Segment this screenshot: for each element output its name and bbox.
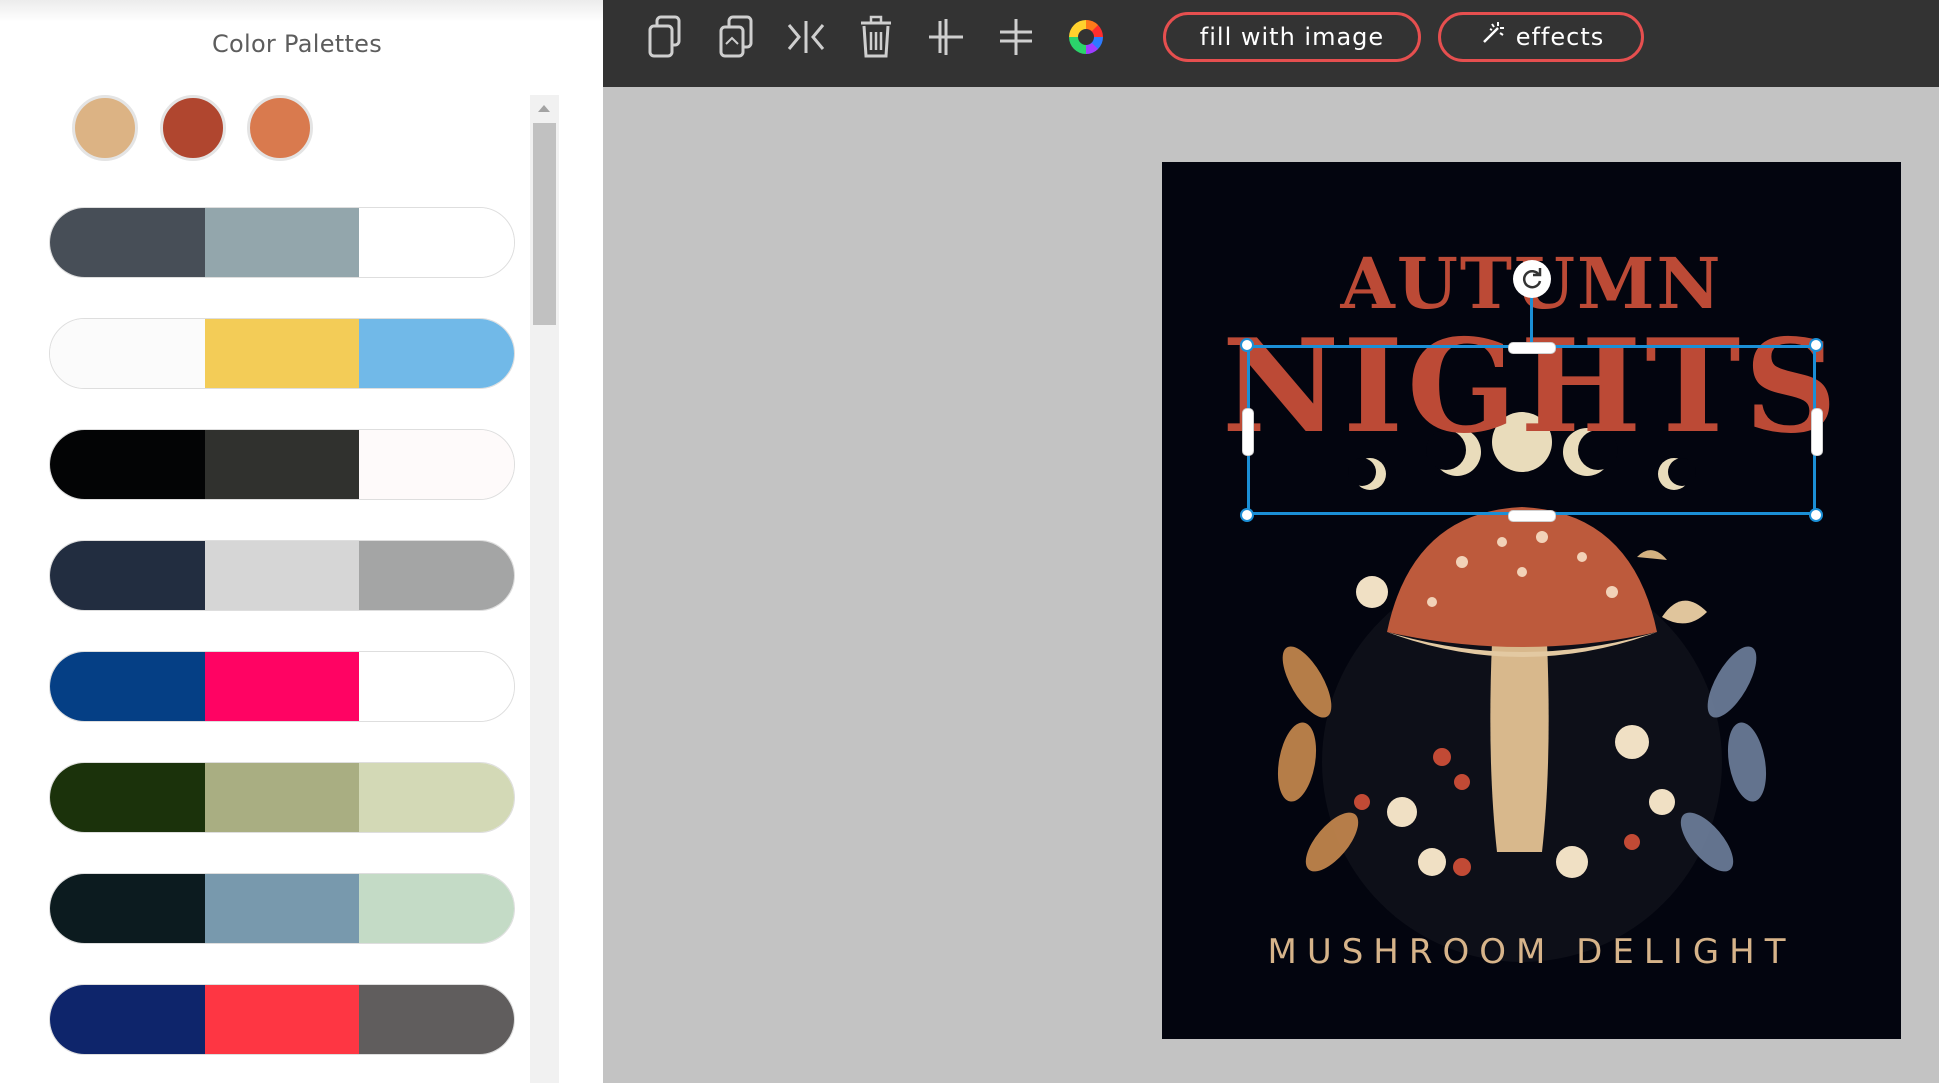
editor-toolbar: fill with image effects	[603, 0, 1939, 87]
resize-handle-bottom-right[interactable]	[1809, 508, 1823, 522]
palette-color	[359, 874, 514, 943]
rotate-icon[interactable]	[1513, 260, 1551, 298]
resize-handle-right[interactable]	[1811, 408, 1823, 456]
resize-handle-top-right[interactable]	[1809, 338, 1823, 352]
resize-handle-bottom[interactable]	[1508, 510, 1556, 522]
align-center-icon[interactable]	[923, 14, 969, 60]
palette-color	[359, 430, 514, 499]
resize-handle-top-left[interactable]	[1240, 338, 1254, 352]
fill-with-image-label: fill with image	[1199, 23, 1385, 51]
panel-top-shadow	[0, 0, 603, 22]
palette-color	[50, 430, 205, 499]
resize-handle-top[interactable]	[1508, 342, 1556, 354]
palette-color	[359, 541, 514, 610]
flip-icon[interactable]	[783, 14, 829, 60]
fill-with-image-button[interactable]: fill with image	[1163, 12, 1421, 62]
palette-row[interactable]	[49, 207, 515, 278]
palette-color	[204, 652, 360, 721]
palette-color	[359, 652, 514, 721]
palette-color	[50, 652, 205, 721]
resize-handle-bottom-left[interactable]	[1240, 508, 1254, 522]
palette-color	[50, 208, 205, 277]
rotate-stem	[1530, 297, 1533, 345]
palette-color	[359, 319, 514, 388]
swatch-tan[interactable]	[72, 95, 138, 161]
color-palettes-panel: Color Palettes	[0, 0, 603, 1083]
effects-label: effects	[1515, 23, 1605, 51]
palette-color	[204, 985, 360, 1054]
trash-icon[interactable]	[853, 14, 899, 60]
effects-button[interactable]: effects	[1438, 12, 1644, 62]
palette-row[interactable]	[49, 318, 515, 389]
palette-color	[204, 208, 360, 277]
artwork-subtitle[interactable]: MUSHROOM DELIGHT	[1162, 932, 1901, 972]
palette-row[interactable]	[49, 762, 515, 833]
palette-color	[359, 763, 514, 832]
align-middle-icon[interactable]	[993, 14, 1039, 60]
palette-color	[359, 208, 514, 277]
palette-color	[204, 541, 360, 610]
palette-row[interactable]	[49, 429, 515, 500]
palette-color	[204, 430, 360, 499]
paste-icon[interactable]	[713, 14, 759, 60]
palette-row[interactable]	[49, 651, 515, 722]
palette-scrollbar[interactable]	[530, 95, 559, 1083]
palette-row[interactable]	[49, 873, 515, 944]
palette-color	[50, 985, 205, 1054]
palette-color	[204, 874, 360, 943]
palette-row[interactable]	[49, 540, 515, 611]
palette-color	[204, 763, 360, 832]
color-wheel-icon[interactable]	[1063, 14, 1109, 60]
palette-color	[50, 763, 205, 832]
magic-wand-icon	[1478, 20, 1506, 54]
scroll-thumb[interactable]	[533, 123, 556, 325]
palette-color	[50, 319, 205, 388]
palette-color	[204, 319, 360, 388]
scroll-up-arrow-icon[interactable]	[538, 105, 550, 112]
copy-icon[interactable]	[643, 14, 689, 60]
swatch-rust[interactable]	[160, 95, 226, 161]
palette-color	[359, 985, 514, 1054]
swatch-orange[interactable]	[247, 95, 313, 161]
palette-color	[50, 541, 205, 610]
palette-color	[50, 874, 205, 943]
resize-handle-left[interactable]	[1242, 408, 1254, 456]
panel-title: Color Palettes	[211, 30, 383, 58]
palette-row[interactable]	[49, 984, 515, 1055]
